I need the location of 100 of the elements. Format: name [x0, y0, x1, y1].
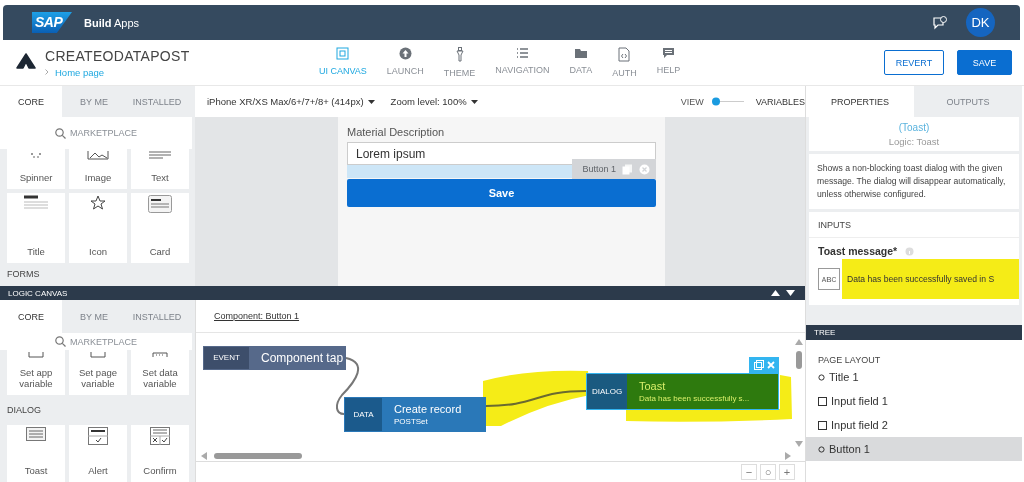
image-icon	[87, 151, 109, 160]
card-icon	[148, 195, 172, 213]
grid-icon	[336, 47, 350, 60]
bracket-icon	[28, 352, 44, 358]
palette-item[interactable]: Set app variable	[7, 350, 65, 395]
component-name: Button 1	[582, 164, 616, 174]
node-type-tag: EVENT	[204, 346, 249, 369]
palette-item[interactable]: Toast	[7, 425, 65, 482]
app-title: Build Apps	[84, 16, 140, 29]
section-label: DIALOG	[7, 405, 41, 415]
chevron-icon	[45, 69, 49, 75]
toggle-label: VIEW	[680, 96, 704, 107]
zoom-select[interactable]: Zoom level: 100%	[390, 96, 467, 107]
tree-item[interactable]: Input field 1	[806, 389, 1022, 413]
palette-item[interactable]: Image	[69, 149, 127, 189]
caret-icon	[470, 99, 478, 104]
bracket-icon	[90, 352, 106, 358]
nav-tab[interactable]: LAUNCH	[378, 47, 432, 78]
chat-icon[interactable]	[932, 14, 948, 31]
section-label: INPUTS	[818, 219, 851, 230]
copy-icon[interactable]	[622, 163, 633, 175]
check-dialog-icon	[88, 427, 108, 445]
project-name: CREATEODATAPOST	[45, 47, 191, 64]
palette-tab[interactable]: CORE	[0, 300, 62, 333]
save-button[interactable]: Save	[347, 179, 656, 207]
panel-tab[interactable]: PROPERTIES	[806, 86, 914, 117]
palette-item[interactable]: Card	[131, 193, 189, 263]
palette-item[interactable]: Alert	[69, 425, 127, 482]
logic-node[interactable]: DIALOG Toast Data has been successfully s...	[586, 372, 779, 410]
input-field[interactable]: Lorem ipsum	[347, 142, 656, 165]
square-icon	[818, 420, 827, 430]
dotted-bracket-icon	[152, 352, 168, 358]
palette-item[interactable]: Text	[131, 149, 189, 189]
copy-icon[interactable]	[753, 359, 764, 370]
node-type-tag: DATA	[345, 397, 382, 431]
toggle-label: VARIABLES	[755, 96, 805, 107]
palette-item[interactable]: Spinner	[7, 149, 65, 189]
tree-item[interactable]: Title 1	[806, 365, 1022, 389]
vertical-scrollbar[interactable]	[794, 338, 804, 447]
list-icon	[515, 47, 529, 59]
search-icon	[55, 336, 66, 347]
panel-tab[interactable]: OUTPUTS	[914, 86, 1022, 117]
node-title: Toast	[639, 379, 667, 392]
zoom-control[interactable]: ○	[760, 464, 776, 481]
section-label: FORMS	[7, 269, 40, 279]
nav-tab[interactable]: AUTH	[604, 47, 645, 78]
zoom-control[interactable]: +	[779, 464, 795, 481]
tree-item[interactable]: PAGE LAYOUT	[818, 355, 881, 365]
document-icon	[618, 47, 631, 62]
expand-up-icon[interactable]	[771, 290, 780, 296]
nav-tab[interactable]: THEME	[435, 47, 484, 78]
caret-icon	[367, 99, 375, 104]
tree-item[interactable]: Button 1	[806, 437, 1022, 461]
input-field[interactable]: Data has been successfully saved in S	[842, 259, 1019, 299]
square-icon	[818, 396, 827, 406]
section-title: LOGIC CANVAS	[8, 288, 68, 298]
message-box-icon	[26, 427, 46, 441]
tree-title: TREE	[814, 328, 836, 337]
node-type-tag: DIALOG	[587, 373, 627, 409]
palette-item[interactable]: Icon	[69, 193, 127, 263]
palette-tab[interactable]: CORE	[0, 86, 62, 117]
info-icon	[905, 246, 915, 256]
circle-icon	[818, 445, 825, 453]
brush-icon	[455, 47, 464, 62]
user-avatar[interactable]: DK	[966, 8, 995, 37]
nav-tab[interactable]: DATA	[561, 47, 601, 78]
upload-icon	[398, 47, 412, 60]
palette-item[interactable]: Set data variable	[131, 350, 189, 395]
logic-type: Logic: Toast	[888, 135, 940, 147]
breadcrumb-link[interactable]: Component: Button 1	[214, 310, 300, 321]
zoom-control[interactable]: −	[741, 464, 757, 481]
spinner-icon	[29, 151, 43, 159]
tree-item[interactable]: Input field 2	[806, 413, 1022, 437]
folder-icon	[573, 47, 588, 59]
node-subtitle: POSTSet	[394, 416, 429, 426]
app-logo-icon	[16, 52, 36, 69]
horizontal-scrollbar[interactable]	[201, 450, 791, 461]
save-button[interactable]: SAVE	[957, 50, 1012, 75]
logic-node[interactable]: EVENT Component tap	[203, 345, 346, 370]
node-title: Create record	[394, 402, 462, 415]
field-label: Material Description	[347, 126, 446, 138]
star-icon	[90, 195, 106, 211]
palette-item[interactable]: Set page variable	[69, 350, 127, 395]
nav-tab[interactable]: HELP	[648, 47, 689, 78]
logic-node[interactable]: DATA Create record POSTSet	[344, 396, 486, 432]
search-icon	[55, 127, 66, 139]
palette-item[interactable]: Title	[7, 193, 65, 263]
close-icon[interactable]	[766, 360, 775, 369]
cross-check-dialog-icon	[150, 427, 170, 445]
device-select[interactable]: iPhone XR/XS Max/6+/7+/8+ (414px)	[207, 96, 364, 107]
collapse-down-icon[interactable]	[786, 290, 795, 296]
palette-item[interactable]: Confirm	[131, 425, 189, 482]
node-title: Component tap	[261, 350, 344, 365]
title-icon	[24, 195, 48, 209]
close-icon[interactable]	[639, 163, 650, 175]
revert-button[interactable]: REVERT	[884, 50, 944, 75]
node-subtitle: Data has been successfully s...	[639, 393, 750, 403]
field-label: Toast message*	[818, 245, 898, 257]
sap-logo: SAP	[32, 12, 72, 33]
text-icon	[149, 151, 171, 159]
